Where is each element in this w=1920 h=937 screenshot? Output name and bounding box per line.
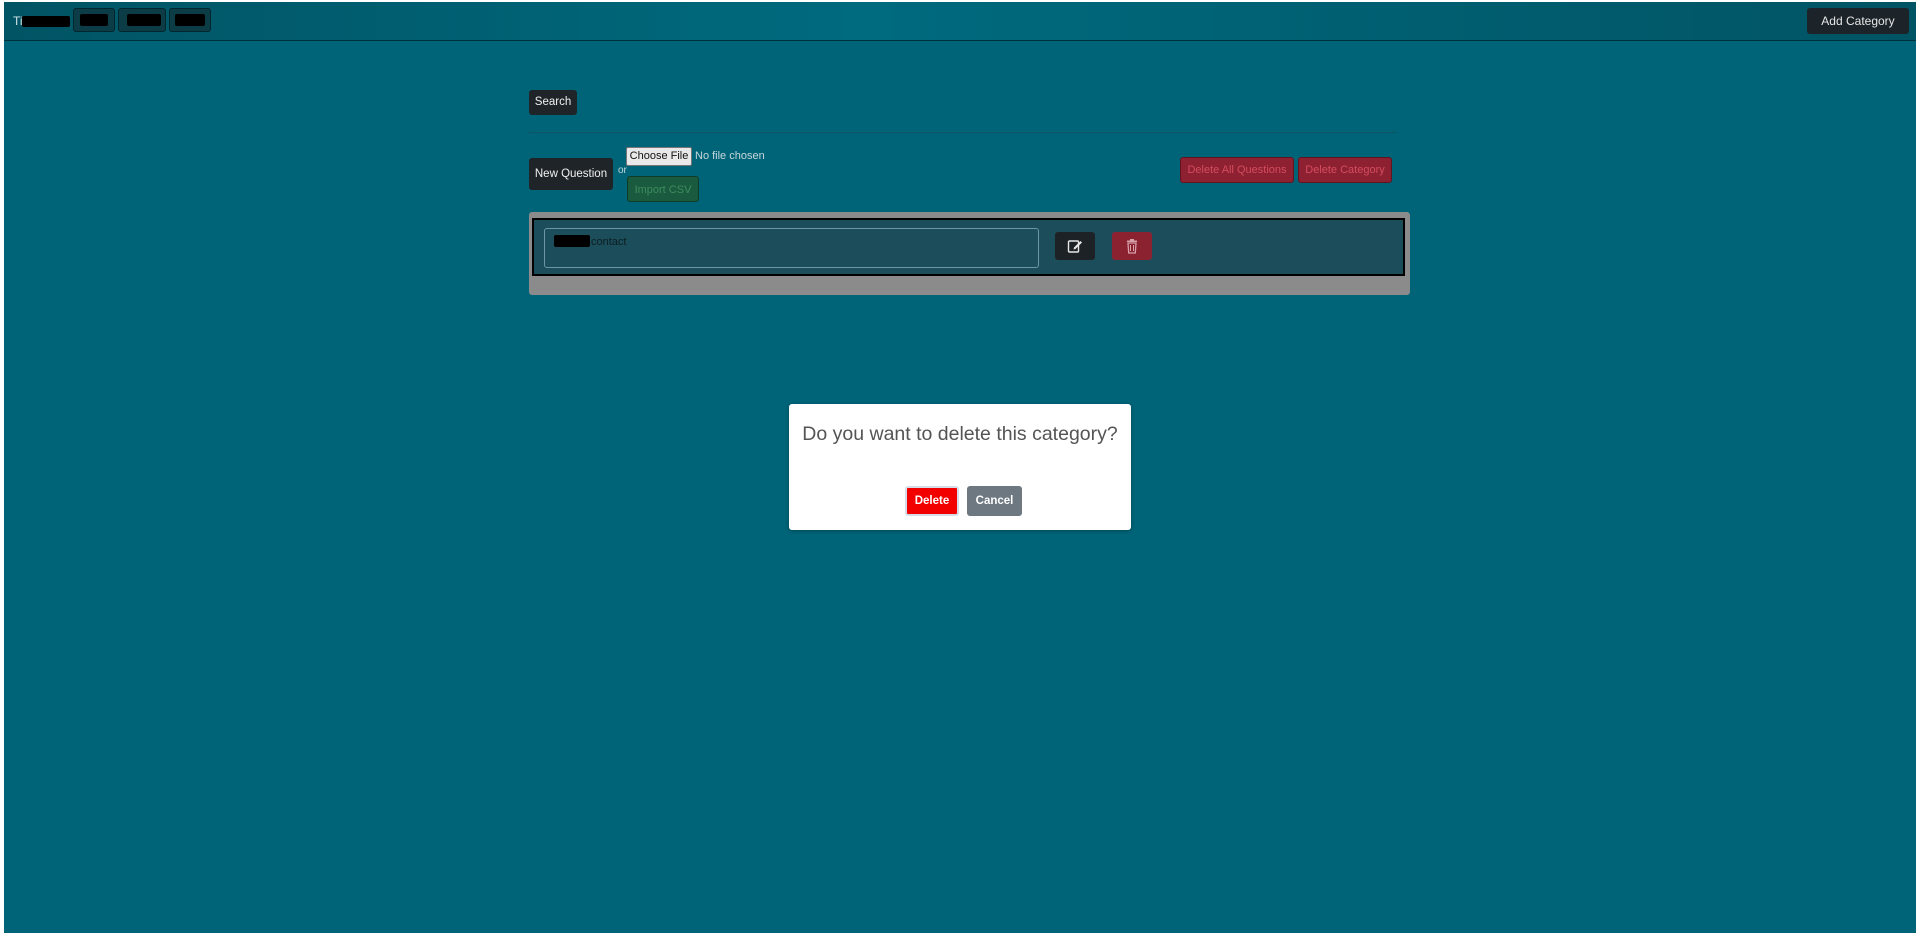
redacted-label [127, 14, 161, 26]
question-text: contact [591, 236, 627, 248]
list-item: contact [532, 218, 1405, 276]
delete-all-questions-button[interactable]: Delete All Questions [1180, 157, 1294, 183]
import-csv-button[interactable]: Import CSV [627, 176, 699, 202]
navbar: Ti Add Category [4, 2, 1916, 41]
nav-item-3[interactable] [169, 8, 211, 32]
question-list: contact [529, 212, 1410, 295]
question-text-field[interactable]: contact [544, 228, 1039, 268]
redacted-text [554, 235, 590, 247]
edit-question-button[interactable] [1055, 232, 1095, 260]
search-button[interactable]: Search [529, 90, 577, 115]
nav-item-2[interactable] [118, 8, 166, 32]
no-file-text: No file chosen [695, 150, 765, 162]
redacted-brand [22, 16, 70, 27]
add-category-button[interactable]: Add Category [1807, 8, 1909, 34]
confirm-delete-button[interactable]: Delete [905, 486, 959, 516]
delete-confirm-dialog: Do you want to delete this category? Del… [789, 404, 1131, 530]
app-window: Ti Add Category Search New Question or C… [4, 2, 1916, 933]
edit-icon [1067, 240, 1082, 253]
or-text: or [618, 165, 627, 176]
cancel-button[interactable]: Cancel [967, 486, 1022, 516]
delete-question-button[interactable] [1112, 232, 1152, 260]
divider [529, 132, 1397, 133]
nav-item-1[interactable] [73, 8, 115, 32]
redacted-label [175, 14, 205, 26]
choose-file-button[interactable]: Choose File [626, 147, 692, 166]
dialog-title: Do you want to delete this category? [802, 423, 1118, 445]
new-question-button[interactable]: New Question [529, 158, 613, 190]
delete-category-button[interactable]: Delete Category [1298, 157, 1392, 183]
redacted-label [80, 14, 108, 26]
trash-icon [1127, 239, 1137, 254]
